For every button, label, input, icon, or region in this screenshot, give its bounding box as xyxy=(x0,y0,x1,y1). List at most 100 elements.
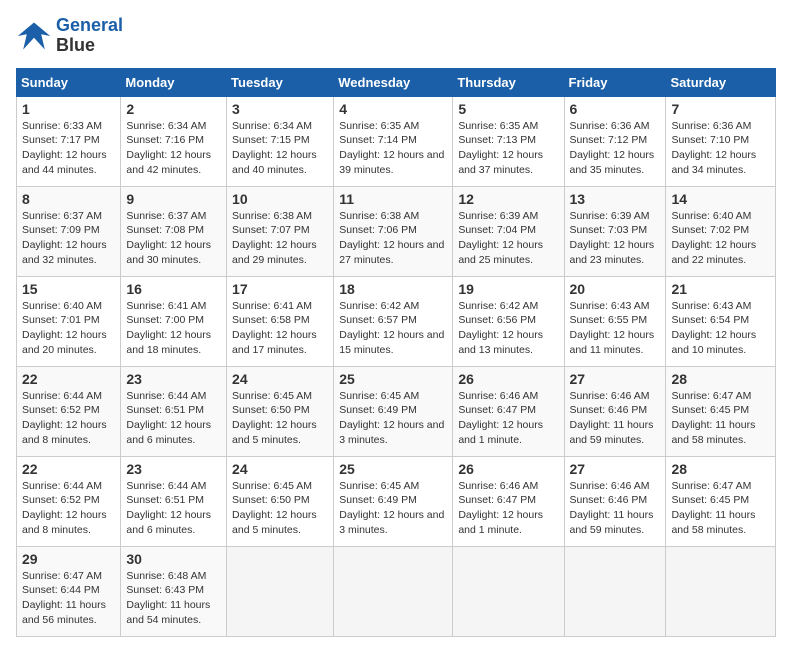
day-info: Sunrise: 6:34 AMSunset: 7:16 PMDaylight:… xyxy=(126,119,221,178)
day-number: 16 xyxy=(126,281,221,297)
logo-text: General Blue xyxy=(56,16,123,56)
calendar-header-thursday: Thursday xyxy=(453,68,564,96)
day-info: Sunrise: 6:39 AMSunset: 7:03 PMDaylight:… xyxy=(570,209,661,268)
day-info: Sunrise: 6:39 AMSunset: 7:04 PMDaylight:… xyxy=(458,209,558,268)
day-number: 23 xyxy=(126,461,221,477)
day-number: 13 xyxy=(570,191,661,207)
calendar-week-row: 15 Sunrise: 6:40 AMSunset: 7:01 PMDaylig… xyxy=(17,276,776,366)
calendar-header-friday: Friday xyxy=(564,68,666,96)
day-info: Sunrise: 6:46 AMSunset: 6:46 PMDaylight:… xyxy=(570,389,661,448)
calendar-cell xyxy=(453,546,564,636)
day-info: Sunrise: 6:35 AMSunset: 7:14 PMDaylight:… xyxy=(339,119,447,178)
calendar-header-wednesday: Wednesday xyxy=(334,68,453,96)
day-number: 25 xyxy=(339,461,447,477)
day-number: 12 xyxy=(458,191,558,207)
day-info: Sunrise: 6:37 AMSunset: 7:08 PMDaylight:… xyxy=(126,209,221,268)
calendar-cell: 23 Sunrise: 6:44 AMSunset: 6:51 PMDaylig… xyxy=(121,456,227,546)
day-info: Sunrise: 6:45 AMSunset: 6:50 PMDaylight:… xyxy=(232,389,328,448)
day-number: 9 xyxy=(126,191,221,207)
calendar-cell: 20 Sunrise: 6:43 AMSunset: 6:55 PMDaylig… xyxy=(564,276,666,366)
calendar-week-row: 1 Sunrise: 6:33 AMSunset: 7:17 PMDayligh… xyxy=(17,96,776,186)
day-info: Sunrise: 6:40 AMSunset: 7:02 PMDaylight:… xyxy=(671,209,770,268)
day-number: 26 xyxy=(458,461,558,477)
calendar-header-tuesday: Tuesday xyxy=(227,68,334,96)
calendar-week-row: 22 Sunrise: 6:44 AMSunset: 6:52 PMDaylig… xyxy=(17,456,776,546)
calendar-cell: 7 Sunrise: 6:36 AMSunset: 7:10 PMDayligh… xyxy=(666,96,776,186)
calendar-cell: 25 Sunrise: 6:45 AMSunset: 6:49 PMDaylig… xyxy=(334,366,453,456)
day-number: 28 xyxy=(671,461,770,477)
day-number: 6 xyxy=(570,101,661,117)
calendar-cell: 24 Sunrise: 6:45 AMSunset: 6:50 PMDaylig… xyxy=(227,366,334,456)
day-info: Sunrise: 6:44 AMSunset: 6:52 PMDaylight:… xyxy=(22,389,115,448)
day-number: 7 xyxy=(671,101,770,117)
calendar-header-saturday: Saturday xyxy=(666,68,776,96)
calendar-cell: 17 Sunrise: 6:41 AMSunset: 6:58 PMDaylig… xyxy=(227,276,334,366)
day-info: Sunrise: 6:46 AMSunset: 6:47 PMDaylight:… xyxy=(458,479,558,538)
calendar-cell: 18 Sunrise: 6:42 AMSunset: 6:57 PMDaylig… xyxy=(334,276,453,366)
calendar-cell: 24 Sunrise: 6:45 AMSunset: 6:50 PMDaylig… xyxy=(227,456,334,546)
day-info: Sunrise: 6:44 AMSunset: 6:52 PMDaylight:… xyxy=(22,479,115,538)
day-info: Sunrise: 6:46 AMSunset: 6:47 PMDaylight:… xyxy=(458,389,558,448)
day-info: Sunrise: 6:40 AMSunset: 7:01 PMDaylight:… xyxy=(22,299,115,358)
day-info: Sunrise: 6:45 AMSunset: 6:49 PMDaylight:… xyxy=(339,479,447,538)
calendar-cell: 12 Sunrise: 6:39 AMSunset: 7:04 PMDaylig… xyxy=(453,186,564,276)
calendar-cell xyxy=(227,546,334,636)
day-info: Sunrise: 6:46 AMSunset: 6:46 PMDaylight:… xyxy=(570,479,661,538)
calendar-cell: 10 Sunrise: 6:38 AMSunset: 7:07 PMDaylig… xyxy=(227,186,334,276)
calendar-cell: 21 Sunrise: 6:43 AMSunset: 6:54 PMDaylig… xyxy=(666,276,776,366)
page-header: General Blue xyxy=(16,16,776,56)
calendar-cell: 23 Sunrise: 6:44 AMSunset: 6:51 PMDaylig… xyxy=(121,366,227,456)
day-number: 11 xyxy=(339,191,447,207)
day-number: 27 xyxy=(570,371,661,387)
calendar-week-row: 29 Sunrise: 6:47 AMSunset: 6:44 PMDaylig… xyxy=(17,546,776,636)
day-info: Sunrise: 6:38 AMSunset: 7:06 PMDaylight:… xyxy=(339,209,447,268)
day-info: Sunrise: 6:44 AMSunset: 6:51 PMDaylight:… xyxy=(126,389,221,448)
day-number: 3 xyxy=(232,101,328,117)
day-number: 22 xyxy=(22,371,115,387)
day-info: Sunrise: 6:42 AMSunset: 6:56 PMDaylight:… xyxy=(458,299,558,358)
calendar-cell: 13 Sunrise: 6:39 AMSunset: 7:03 PMDaylig… xyxy=(564,186,666,276)
calendar-cell: 4 Sunrise: 6:35 AMSunset: 7:14 PMDayligh… xyxy=(334,96,453,186)
calendar-cell: 3 Sunrise: 6:34 AMSunset: 7:15 PMDayligh… xyxy=(227,96,334,186)
calendar-cell xyxy=(666,546,776,636)
calendar-header-row: SundayMondayTuesdayWednesdayThursdayFrid… xyxy=(17,68,776,96)
day-info: Sunrise: 6:41 AMSunset: 6:58 PMDaylight:… xyxy=(232,299,328,358)
calendar-week-row: 22 Sunrise: 6:44 AMSunset: 6:52 PMDaylig… xyxy=(17,366,776,456)
day-number: 21 xyxy=(671,281,770,297)
day-info: Sunrise: 6:45 AMSunset: 6:50 PMDaylight:… xyxy=(232,479,328,538)
day-number: 25 xyxy=(339,371,447,387)
day-number: 5 xyxy=(458,101,558,117)
calendar-cell xyxy=(564,546,666,636)
calendar-cell: 22 Sunrise: 6:44 AMSunset: 6:52 PMDaylig… xyxy=(17,366,121,456)
day-info: Sunrise: 6:41 AMSunset: 7:00 PMDaylight:… xyxy=(126,299,221,358)
calendar-cell: 11 Sunrise: 6:38 AMSunset: 7:06 PMDaylig… xyxy=(334,186,453,276)
calendar-cell: 15 Sunrise: 6:40 AMSunset: 7:01 PMDaylig… xyxy=(17,276,121,366)
day-number: 19 xyxy=(458,281,558,297)
day-number: 2 xyxy=(126,101,221,117)
calendar-cell: 30 Sunrise: 6:48 AMSunset: 6:43 PMDaylig… xyxy=(121,546,227,636)
calendar-cell: 2 Sunrise: 6:34 AMSunset: 7:16 PMDayligh… xyxy=(121,96,227,186)
day-number: 4 xyxy=(339,101,447,117)
day-info: Sunrise: 6:35 AMSunset: 7:13 PMDaylight:… xyxy=(458,119,558,178)
day-number: 27 xyxy=(570,461,661,477)
calendar-cell: 27 Sunrise: 6:46 AMSunset: 6:46 PMDaylig… xyxy=(564,366,666,456)
calendar-table: SundayMondayTuesdayWednesdayThursdayFrid… xyxy=(16,68,776,637)
day-info: Sunrise: 6:42 AMSunset: 6:57 PMDaylight:… xyxy=(339,299,447,358)
calendar-cell: 1 Sunrise: 6:33 AMSunset: 7:17 PMDayligh… xyxy=(17,96,121,186)
day-number: 24 xyxy=(232,461,328,477)
day-number: 26 xyxy=(458,371,558,387)
day-info: Sunrise: 6:48 AMSunset: 6:43 PMDaylight:… xyxy=(126,569,221,628)
calendar-cell: 22 Sunrise: 6:44 AMSunset: 6:52 PMDaylig… xyxy=(17,456,121,546)
day-number: 10 xyxy=(232,191,328,207)
day-number: 30 xyxy=(126,551,221,567)
calendar-cell: 5 Sunrise: 6:35 AMSunset: 7:13 PMDayligh… xyxy=(453,96,564,186)
day-number: 17 xyxy=(232,281,328,297)
day-info: Sunrise: 6:36 AMSunset: 7:12 PMDaylight:… xyxy=(570,119,661,178)
day-info: Sunrise: 6:47 AMSunset: 6:45 PMDaylight:… xyxy=(671,479,770,538)
day-number: 24 xyxy=(232,371,328,387)
day-info: Sunrise: 6:38 AMSunset: 7:07 PMDaylight:… xyxy=(232,209,328,268)
calendar-cell: 25 Sunrise: 6:45 AMSunset: 6:49 PMDaylig… xyxy=(334,456,453,546)
calendar-cell xyxy=(334,546,453,636)
logo-icon xyxy=(16,18,52,54)
day-info: Sunrise: 6:36 AMSunset: 7:10 PMDaylight:… xyxy=(671,119,770,178)
